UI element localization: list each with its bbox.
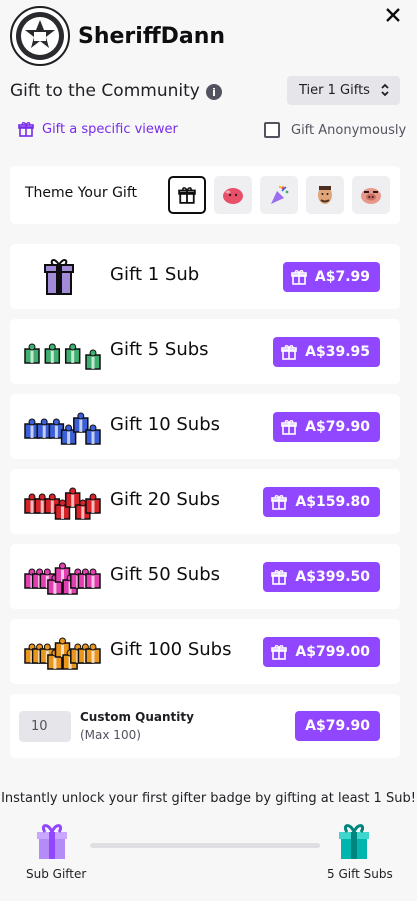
theme-option-face[interactable] bbox=[306, 176, 344, 214]
gift-icon bbox=[281, 345, 297, 360]
gift-specific-viewer-label: Gift a specific viewer bbox=[42, 121, 178, 137]
channel-avatar[interactable] bbox=[10, 6, 70, 66]
gift-price-label: A$799.00 bbox=[295, 644, 370, 660]
title-row: Gift to the Community i Tier 1 Gifts bbox=[10, 76, 400, 106]
gift-specific-viewer-link[interactable]: Gift a specific viewer bbox=[18, 121, 178, 137]
custom-quantity-label: Custom Quantity bbox=[80, 710, 194, 724]
custom-quantity-input[interactable] bbox=[19, 711, 71, 742]
gift-option-label: Gift 1 Sub bbox=[110, 264, 200, 285]
gift-bundle-art bbox=[20, 477, 105, 527]
gift-anonymously-toggle[interactable]: Gift Anonymously bbox=[264, 122, 406, 138]
gift-community-title: Gift to the Community bbox=[10, 81, 200, 101]
gift-option-label: Gift 20 Subs bbox=[110, 489, 221, 510]
face-emote-icon bbox=[318, 186, 332, 204]
close-button[interactable] bbox=[382, 4, 404, 26]
gift-icon bbox=[281, 420, 297, 435]
gift-option-card-20[interactable]: Gift 20 Subs A$159.80 bbox=[10, 469, 400, 534]
channel-name: SheriffDann bbox=[78, 24, 226, 49]
theme-your-gift-card: Theme Your Gift bbox=[10, 166, 400, 224]
gift-bundle-art bbox=[20, 252, 105, 302]
gift-option-card-50[interactable]: Gift 50 Subs A$399.50 bbox=[10, 544, 400, 609]
gift-price-button[interactable]: A$399.50 bbox=[263, 562, 380, 592]
gift-option-card-5[interactable]: Gift 5 Subs A$39.95 bbox=[10, 319, 400, 384]
gifter-badge-message: Instantly unlock your first gifter badge… bbox=[1, 791, 416, 806]
gift-option-label: Gift 50 Subs bbox=[110, 564, 221, 585]
gift-anonymously-label: Gift Anonymously bbox=[291, 122, 407, 138]
gift-price-label: A$159.80 bbox=[295, 494, 370, 510]
gift-option-label: Gift 10 Subs bbox=[110, 414, 221, 435]
badge-start-label: Sub Gifter bbox=[26, 867, 87, 881]
theme-option-heart[interactable] bbox=[214, 176, 252, 214]
badge-end-label: 5 Gift Subs bbox=[327, 867, 393, 881]
gift-option-label: Gift 100 Subs bbox=[110, 639, 232, 660]
theme-option-pig[interactable] bbox=[352, 176, 390, 214]
gift-option-card-1[interactable]: Gift 1 Sub A$7.99 bbox=[10, 244, 400, 309]
five-gift-subs-badge-icon bbox=[338, 822, 370, 864]
gift-option-card-100[interactable]: Gift 100 Subs A$799.00 bbox=[10, 619, 400, 684]
gift-bundle-art bbox=[20, 327, 105, 377]
gift-anonymously-checkbox[interactable] bbox=[264, 122, 280, 138]
tier-select-value: Tier 1 Gifts bbox=[299, 83, 370, 98]
gift-price-label: A$39.95 bbox=[305, 344, 370, 360]
gift-icon bbox=[291, 270, 307, 285]
gift-icon bbox=[271, 570, 288, 585]
gift-price-button[interactable]: A$7.99 bbox=[282, 262, 380, 292]
sub-gifter-badge-icon bbox=[36, 822, 68, 864]
custom-quantity-card: Custom Quantity (Max 100) A$79.90 bbox=[10, 694, 400, 758]
badge-progress-bar bbox=[90, 843, 320, 848]
gift-option-label: Gift 5 Subs bbox=[110, 339, 209, 360]
gift-price-button[interactable]: A$39.95 bbox=[273, 337, 380, 367]
gift-price-button[interactable]: A$79.90 bbox=[273, 412, 380, 442]
gift-bundle-art bbox=[20, 402, 105, 452]
gift-price-label: A$7.99 bbox=[314, 269, 370, 285]
custom-quantity-max: (Max 100) bbox=[80, 728, 141, 742]
gift-icon bbox=[271, 495, 288, 510]
pig-emote-icon bbox=[361, 188, 381, 204]
theme-option-gift[interactable] bbox=[168, 176, 206, 214]
info-icon[interactable]: i bbox=[206, 84, 222, 100]
gift-icon bbox=[18, 122, 34, 137]
header: SheriffDann bbox=[10, 6, 410, 66]
gift-price-label: A$79.90 bbox=[305, 419, 370, 435]
heart-emote-icon bbox=[223, 188, 243, 204]
custom-price-button[interactable]: A$79.90 bbox=[295, 711, 380, 741]
gift-option-card-10[interactable]: Gift 10 Subs A$79.90 bbox=[10, 394, 400, 459]
gift-price-button[interactable]: A$799.00 bbox=[263, 637, 380, 667]
tier-select[interactable]: Tier 1 Gifts bbox=[287, 76, 400, 105]
close-icon bbox=[386, 8, 400, 22]
theme-option-party[interactable] bbox=[260, 176, 298, 214]
gift-price-button[interactable]: A$159.80 bbox=[263, 487, 380, 517]
gift-price-label: A$399.50 bbox=[295, 569, 370, 585]
chevron-updown-icon bbox=[381, 83, 389, 97]
custom-price-label: A$79.90 bbox=[305, 718, 370, 734]
gift-bundle-art bbox=[20, 627, 105, 677]
party-popper-icon bbox=[271, 185, 289, 204]
gift-bundle-art bbox=[20, 552, 105, 602]
gift-icon bbox=[178, 187, 196, 204]
gift-icon bbox=[271, 645, 288, 660]
theme-label: Theme Your Gift bbox=[25, 185, 137, 201]
